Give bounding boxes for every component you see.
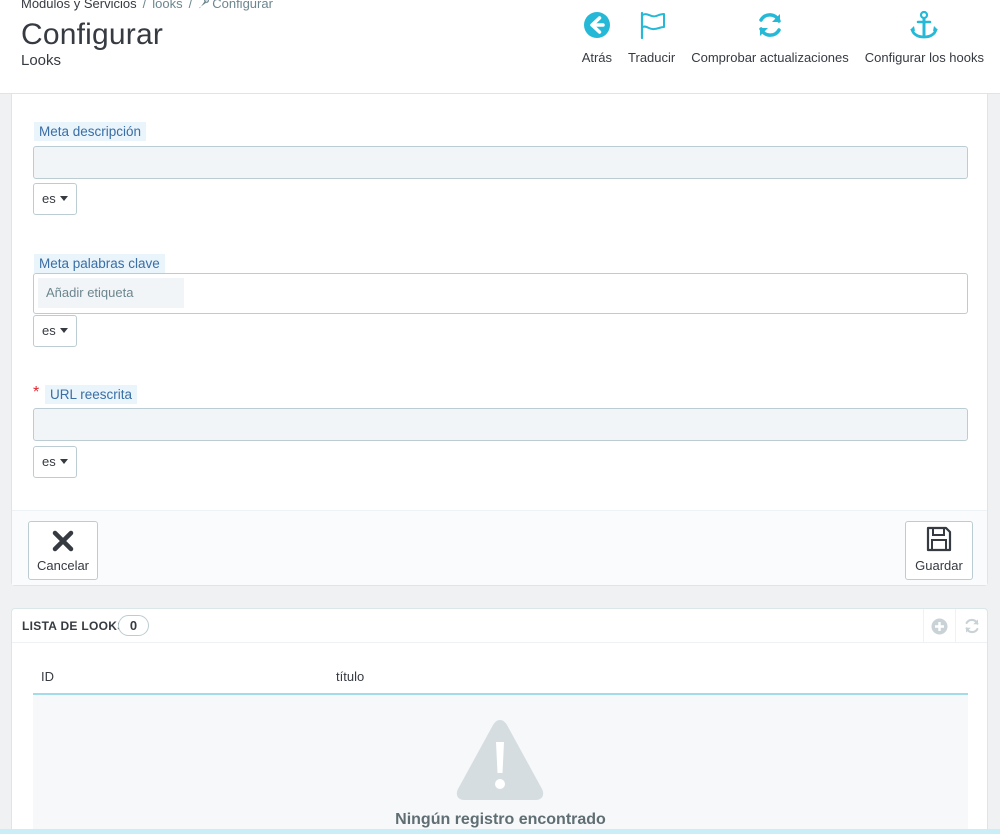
cancel-button[interactable]: Cancelar — [28, 521, 98, 580]
breadcrumb-separator: / — [142, 0, 147, 11]
add-new-button[interactable] — [923, 609, 955, 643]
check-updates-label: Comprobar actualizaciones — [691, 50, 849, 65]
meta-keywords-label: Meta palabras clave — [34, 254, 165, 273]
refresh-list-button[interactable] — [955, 609, 987, 643]
meta-keywords-tag-input[interactable]: Añadir etiqueta — [33, 273, 968, 314]
caret-down-icon — [59, 459, 68, 464]
breadcrumb: Módulos y Servicios / looks / Configurar — [21, 0, 273, 11]
back-button[interactable]: Atrás — [574, 10, 620, 65]
meta-description-language-dropdown[interactable]: es — [33, 183, 77, 215]
refresh-icon — [965, 618, 978, 634]
configure-hooks-button[interactable]: Configurar los hooks — [857, 10, 992, 65]
check-updates-button[interactable]: Comprobar actualizaciones — [683, 10, 857, 65]
record-count-badge: 0 — [118, 615, 149, 636]
language-code: es — [42, 191, 56, 206]
breadcrumb-current-label: Configurar — [212, 0, 273, 11]
translate-button[interactable]: Traducir — [620, 10, 683, 65]
column-header-id[interactable]: ID — [41, 669, 54, 684]
cancel-label: Cancelar — [36, 558, 90, 573]
configure-hooks-label: Configurar los hooks — [864, 50, 984, 65]
flag-icon — [640, 11, 665, 40]
plus-circle-icon — [931, 618, 948, 634]
header-toolbar: Atrás Traducir Comprobar actualizaciones — [574, 10, 992, 65]
looks-list-panel: LISTA DE LOOKS 0 ID título Ningún regist… — [11, 608, 988, 834]
configuration-form-panel: Meta descripción es Meta palabras clave … — [11, 94, 988, 586]
save-button[interactable]: Guardar — [905, 521, 973, 580]
url-rewrite-input[interactable] — [33, 408, 968, 441]
arrow-left-circle-icon — [583, 12, 610, 38]
language-code: es — [42, 454, 56, 469]
list-title: LISTA DE LOOKS — [22, 619, 126, 633]
save-icon — [926, 526, 952, 552]
empty-message: Ningún registro encontrado — [395, 811, 606, 828]
breadcrumb-item-looks[interactable]: looks — [152, 0, 182, 11]
close-icon — [52, 530, 74, 552]
anchor-icon — [910, 10, 939, 39]
meta-description-input[interactable] — [33, 146, 968, 179]
page-title: Configurar — [21, 18, 164, 51]
page-subtitle: Looks — [21, 52, 62, 69]
add-tag-placeholder[interactable]: Añadir etiqueta — [38, 278, 184, 308]
form-footer: Cancelar Guardar — [12, 510, 987, 585]
language-code: es — [42, 323, 56, 338]
warning-icon — [456, 720, 544, 800]
meta-keywords-language-dropdown[interactable]: es — [33, 315, 77, 347]
page-header: Módulos y Servicios / looks / Configurar Con… — [0, 0, 1000, 94]
breadcrumb-item-modules[interactable]: Módulos y Servicios — [21, 0, 137, 11]
meta-description-label: Meta descripción — [34, 122, 147, 141]
wrench-icon — [199, 0, 210, 9]
save-label: Guardar — [915, 558, 963, 573]
bottom-highlight-bar — [0, 829, 1000, 834]
column-header-title[interactable]: título — [336, 669, 364, 684]
caret-down-icon — [59, 328, 68, 333]
list-heading: LISTA DE LOOKS 0 — [12, 609, 987, 643]
url-rewrite-language-dropdown[interactable]: es — [33, 446, 77, 478]
required-asterisk: * — [33, 384, 40, 401]
list-actions — [923, 609, 987, 643]
caret-down-icon — [59, 196, 68, 201]
empty-state: Ningún registro encontrado — [33, 695, 968, 834]
translate-label: Traducir — [628, 50, 676, 65]
table-header-row: ID título — [33, 659, 968, 695]
breadcrumb-item-current: Configurar — [198, 0, 273, 11]
breadcrumb-separator: / — [188, 0, 193, 11]
back-label: Atrás — [581, 50, 613, 65]
refresh-icon — [759, 13, 781, 37]
url-rewrite-label: URL reescrita — [45, 385, 138, 404]
